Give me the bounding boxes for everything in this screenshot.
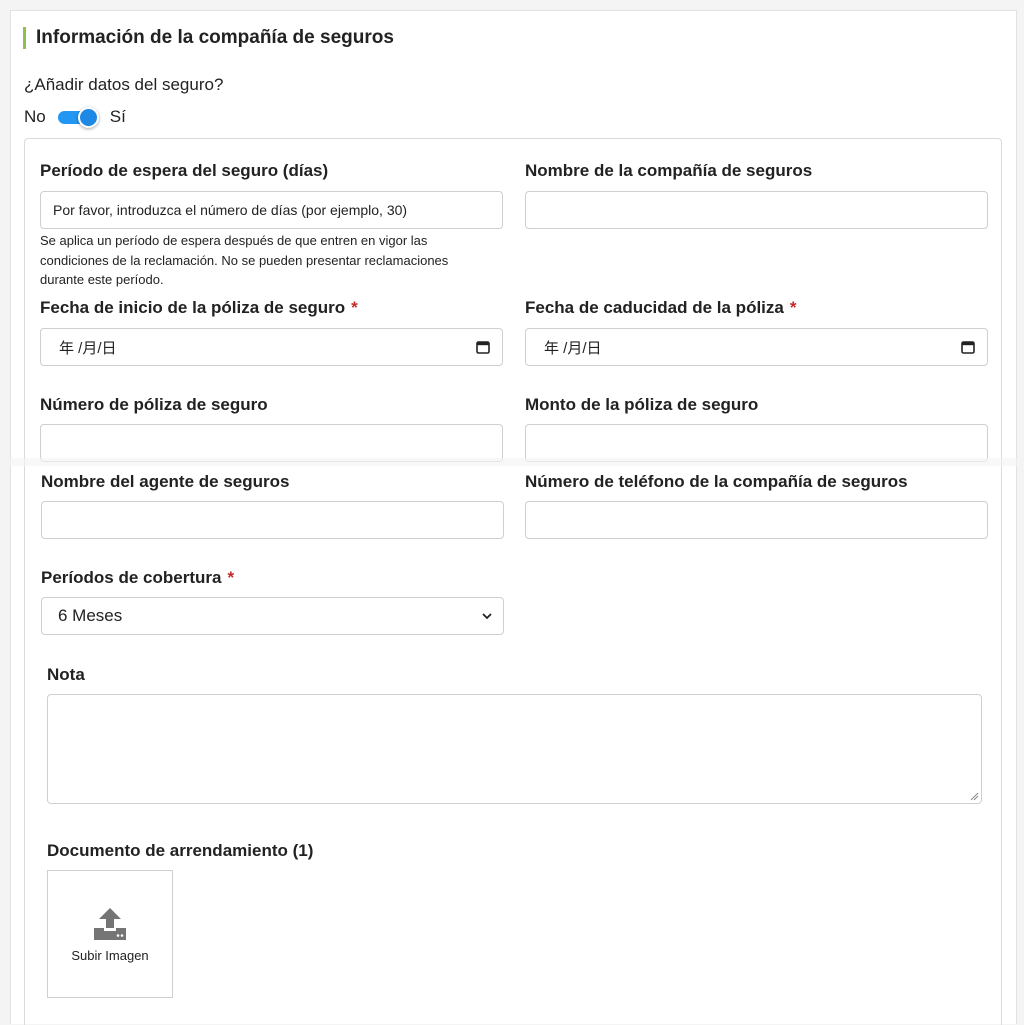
waiting-period-help: Se aplica un período de espera después d… <box>40 233 449 287</box>
calendar-icon[interactable] <box>961 340 975 354</box>
company-name-input[interactable] <box>525 191 988 229</box>
expiry-date-label: Fecha de caducidad de la póliza * <box>525 298 796 318</box>
required-marker: * <box>351 298 358 317</box>
resize-grip-icon[interactable] <box>969 791 979 801</box>
company-phone-label: Número de teléfono de la compañía de seg… <box>525 472 908 491</box>
chevron-down-icon <box>482 613 492 620</box>
expiry-date-mask: 年 /月/日 <box>544 339 602 357</box>
company-name-label: Nombre de la compañía de seguros <box>525 161 813 180</box>
section-divider <box>0 458 1024 466</box>
add-insurance-question: ¿Añadir datos del seguro? <box>24 75 224 94</box>
policy-number-input[interactable] <box>40 424 503 462</box>
upload-icon <box>94 907 126 940</box>
start-date-input[interactable]: 年 /月/日 <box>40 328 503 366</box>
add-insurance-switch[interactable] <box>57 107 99 128</box>
coverage-select[interactable]: 6 Meses <box>41 597 504 635</box>
section-title: Información de la compañía de seguros <box>23 27 394 49</box>
coverage-selected-value: 6 Meses <box>58 606 123 625</box>
expiry-date-input[interactable]: 年 /月/日 <box>525 328 988 366</box>
required-marker: * <box>227 568 235 587</box>
insurance-toggle-row: No Sí <box>24 106 126 128</box>
expiry-date-label-text: Fecha de caducidad de la póliza <box>525 298 784 317</box>
required-marker: * <box>789 298 797 317</box>
toggle-on-label: Sí <box>109 107 126 126</box>
note-textarea[interactable] <box>47 694 982 804</box>
policy-amount-input[interactable] <box>525 424 988 462</box>
agent-name-label: Nombre del agente de seguros <box>41 472 290 491</box>
coverage-label: Períodos de cobertura * <box>41 568 234 588</box>
upload-label: Subir Imagen <box>71 947 149 963</box>
start-date-label: Fecha de inicio de la póliza de seguro * <box>40 298 358 318</box>
toggle-off-label: No <box>24 107 46 126</box>
policy-amount-label: Monto de la póliza de seguro <box>525 395 759 414</box>
company-phone-input[interactable] <box>525 501 988 539</box>
start-date-label-text: Fecha de inicio de la póliza de seguro <box>40 298 346 317</box>
lease-document-label: Documento de arrendamiento (1) <box>47 841 314 860</box>
switch-knob <box>77 107 99 128</box>
coverage-label-text: Períodos de cobertura <box>41 568 222 587</box>
note-label: Nota <box>47 665 85 684</box>
agent-name-input[interactable] <box>41 501 504 539</box>
start-date-mask: 年 /月/日 <box>59 339 117 357</box>
calendar-icon[interactable] <box>476 340 490 354</box>
insurance-form-page: Información de la compañía de seguros ¿A… <box>10 10 1017 1025</box>
waiting-period-label: Período de espera del seguro (días) <box>40 161 329 180</box>
insurance-details-card: Período de espera del seguro (días) Se a… <box>24 138 1002 1025</box>
upload-image-button[interactable]: Subir Imagen <box>47 870 173 998</box>
policy-number-label: Número de póliza de seguro <box>40 395 268 414</box>
waiting-period-input[interactable] <box>40 191 503 229</box>
